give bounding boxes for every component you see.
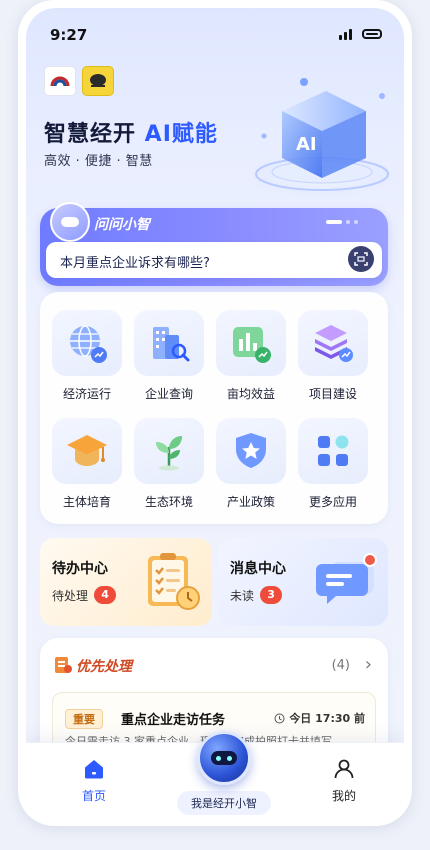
status-bar: 9:27 (26, 8, 404, 56)
message-status-label: 未读 (230, 588, 255, 603)
priority-list-icon (55, 657, 72, 673)
user-icon (334, 759, 354, 779)
app-label: 主体培育 (62, 495, 111, 509)
app-economy[interactable]: 经济运行 (50, 310, 124, 402)
app-industry-policy[interactable]: 产业政策 (214, 418, 288, 510)
layers-chart-icon (315, 325, 353, 362)
building-search-icon (153, 327, 190, 362)
assistant-query-text: 本月重点企业诉求有哪些? (60, 256, 210, 271)
phone-frame: 9:27 智慧经开 AI赋能 高效 · 便捷 · 智慧 AI 问问小智 本月重点… (18, 0, 412, 826)
todo-status-label: 待处理 (52, 588, 89, 603)
graduation-cap-icon (67, 435, 107, 466)
app-grid: 经济运行 企业查询 亩均效益 项目建设 主体培育 生态环境 产业政策 更多应用 (40, 292, 388, 524)
title-ai: AI赋能 (144, 122, 218, 147)
org-logos (44, 66, 114, 96)
message-center-card[interactable]: 消息中心 未读 3 (218, 538, 388, 626)
app-more[interactable]: 更多应用 (296, 418, 370, 510)
status-time: 9:27 (50, 26, 88, 44)
app-label: 更多应用 (308, 495, 357, 509)
bar-growth-icon (233, 327, 271, 363)
app-label: 企业查询 (144, 387, 193, 401)
app-entity-cultivation[interactable]: 主体培育 (50, 418, 124, 510)
plant-icon (156, 436, 182, 471)
bottom-tabbar: 首页 我是经开小智 我的 (26, 731, 404, 818)
priority-title: 优先处理 (76, 659, 132, 675)
svg-text:AI: AI (296, 134, 317, 155)
priority-count[interactable]: (4) (332, 658, 350, 673)
app-company-search[interactable]: 企业查询 (132, 310, 206, 402)
globe-chart-icon (70, 325, 107, 363)
checklist-clock-icon (148, 553, 200, 610)
clock-icon (274, 713, 285, 723)
task-due-text: 今日 17:30 前 (289, 712, 365, 725)
page-subtitle: 高效 · 便捷 · 智慧 (44, 154, 153, 169)
battery-icon (362, 29, 382, 39)
todo-center-card[interactable]: 待办中心 待处理 4 (40, 538, 212, 626)
task-name: 重点企业走访任务 (121, 713, 226, 728)
robot-avatar-icon (197, 731, 251, 785)
tab-me-label: 我的 (331, 789, 356, 803)
todo-count-badge: 4 (94, 586, 117, 604)
ask-assistant-card[interactable]: 问问小智 本月重点企业诉求有哪些? (40, 202, 388, 286)
signal-icon (339, 29, 352, 40)
app-label: 项目建设 (308, 387, 357, 401)
grid-apps-icon (318, 435, 349, 466)
message-count-badge: 3 (260, 586, 283, 604)
chat-bubble-icon (50, 202, 90, 242)
ask-title: 问问小智 (94, 217, 150, 233)
app-project-construction[interactable]: 项目建设 (296, 310, 370, 402)
app-ecology[interactable]: 生态环境 (132, 418, 206, 510)
ai-cube-illustration: AI (244, 78, 400, 198)
tab-me[interactable]: 我的 (314, 757, 374, 804)
tab-assistant-label: 我是经开小智 (177, 791, 271, 815)
app-label: 亩均效益 (226, 387, 275, 401)
todo-status: 待处理 4 (52, 586, 117, 604)
message-status: 未读 3 (230, 586, 283, 604)
todo-title: 待办中心 (52, 561, 108, 577)
shield-star-icon (236, 433, 266, 468)
message-title: 消息中心 (230, 561, 286, 577)
carousel-dots (326, 220, 358, 224)
task-due: 今日 17:30 前 (274, 710, 365, 726)
scan-icon (354, 252, 368, 266)
tab-home[interactable]: 首页 (64, 757, 124, 804)
app-screen: 9:27 智慧经开 AI赋能 高效 · 便捷 · 智慧 AI 问问小智 本月重点… (26, 8, 404, 818)
org-logo-1 (44, 66, 76, 96)
app-label: 产业政策 (226, 495, 275, 509)
scan-button[interactable] (348, 246, 374, 272)
chat-message-icon (316, 553, 377, 604)
task-tag: 重要 (65, 709, 103, 729)
chevron-right-icon[interactable]: › (365, 654, 372, 675)
assistant-query-field[interactable]: 本月重点企业诉求有哪些? (46, 242, 382, 278)
app-per-mu-benefit[interactable]: 亩均效益 (214, 310, 288, 402)
page-title: 智慧经开 AI赋能 (44, 116, 218, 148)
title-prefix: 智慧经开 (44, 122, 145, 147)
tab-home-label: 首页 (81, 789, 106, 803)
tab-assistant[interactable]: 我是经开小智 (166, 731, 282, 815)
home-icon (85, 760, 103, 779)
org-logo-2 (82, 66, 114, 96)
app-label: 生态环境 (144, 495, 193, 509)
app-label: 经济运行 (62, 387, 111, 401)
